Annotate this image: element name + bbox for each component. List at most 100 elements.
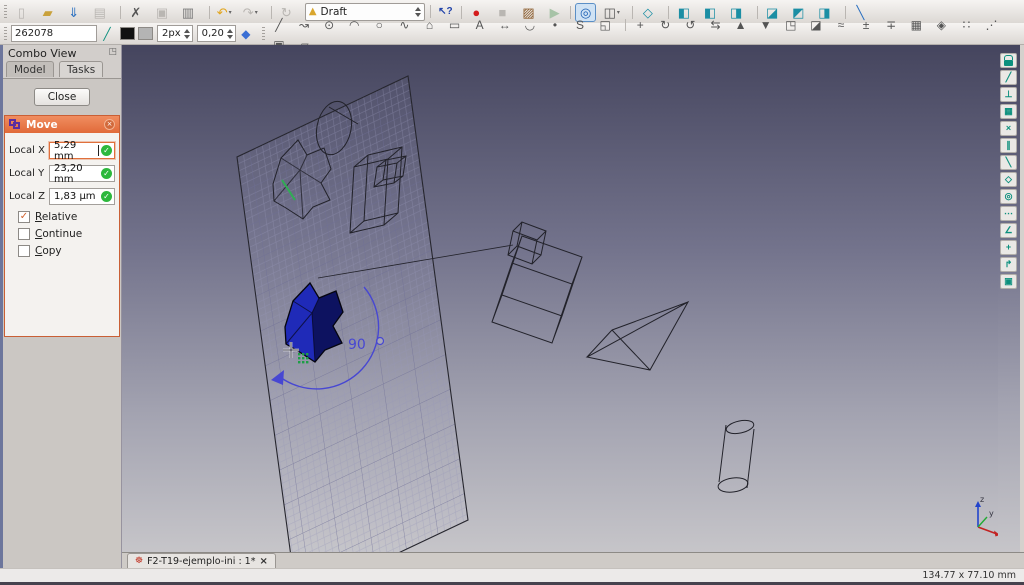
redo-button[interactable]: ↷ (240, 3, 261, 22)
new-document-icon: ▯ (18, 6, 25, 19)
draft-wire-button[interactable]: ↝ (294, 16, 314, 34)
line-width-spinner[interactable]: 2px (157, 25, 193, 42)
draft-to-sketch-button[interactable]: ◈ (931, 16, 951, 34)
tab-item-0[interactable]: Model (6, 61, 54, 77)
draft-text-button[interactable]: A (470, 16, 490, 34)
snap-grid-icon: ▦ (1004, 107, 1013, 116)
draft-shapestring-button[interactable]: S (570, 16, 590, 34)
draft-point-button[interactable]: • (545, 16, 565, 34)
toolbar-grip[interactable] (4, 5, 7, 19)
save-document-button[interactable]: ⇓ (63, 3, 84, 22)
snap-intersection-button[interactable]: × (1000, 121, 1017, 136)
construction-mode-button[interactable]: ╱ (97, 25, 117, 43)
document-tab[interactable]: ☸ F2-T19-ejemplo-ini : 1* × (127, 553, 276, 568)
document-tab-bar: ☸ F2-T19-ejemplo-ini : 1* × (122, 552, 1024, 568)
draft-downgrade-button[interactable]: ▼ (756, 16, 776, 34)
open-document-button[interactable]: ▰ (37, 3, 58, 22)
save-document-icon: ⇓ (68, 6, 79, 19)
snap-center-button[interactable]: ◎ (1000, 189, 1017, 204)
snap-special-button[interactable]: ◇ (1000, 172, 1017, 187)
draft-bspline-button[interactable]: ∿ (394, 16, 414, 34)
task-close-button[interactable]: Close (34, 88, 91, 106)
snap-parallel-button[interactable]: ∥ (1000, 138, 1017, 153)
move-panel-close-icon[interactable]: × (104, 119, 115, 130)
snap-endpoint-button[interactable]: ╱ (1000, 70, 1017, 85)
draft-remove-point-button[interactable]: ∓ (881, 16, 901, 34)
draft-arc-button[interactable]: ◠ (344, 16, 364, 34)
valid-check-icon: ✓ (101, 168, 112, 179)
snap-workingplane-button[interactable]: ▣ (1000, 274, 1017, 289)
draft-arc-icon: ◠ (349, 19, 359, 31)
dock-float-icon[interactable]: ◳ (108, 47, 117, 57)
snap-angle-button[interactable]: ∠ (1000, 223, 1017, 238)
snap-grid-button[interactable]: ▦ (1000, 104, 1017, 119)
field-label: Local Z (9, 191, 49, 202)
draft-polygon-button[interactable]: ⌂ (419, 16, 439, 34)
toolbar-grip[interactable] (262, 27, 265, 41)
font-size-spinner[interactable]: 0,20 (197, 25, 236, 42)
snap-angle-icon: ∠ (1004, 226, 1012, 235)
snap-center-icon: ◎ (1005, 192, 1013, 201)
snap-midpoint-button[interactable]: + (1000, 240, 1017, 255)
snap-extension-button[interactable]: ⋯ (1000, 206, 1017, 221)
move-field-row: Local Z 1,83 µm ✓ (9, 188, 115, 205)
draft-command-input[interactable] (11, 25, 97, 42)
draft-rotate-button[interactable]: ↻ (655, 16, 675, 34)
item-1-checkbox[interactable] (18, 228, 30, 240)
checkbox-row: Copy (18, 245, 115, 257)
autogroup-button[interactable]: ◆ (236, 25, 256, 43)
face-color-swatch[interactable] (138, 27, 153, 40)
snap-workingplane-icon: ▣ (1004, 277, 1013, 286)
item-1[interactable]: 23,20 mm ✓ (49, 165, 115, 182)
item-2[interactable]: 1,83 µm ✓ (49, 188, 115, 205)
document-close-icon[interactable]: × (259, 556, 267, 567)
draft-shape2dview-icon: ▦ (911, 19, 922, 31)
tasks-panel-body: Close Move × Local X 5,29 mm ✓ (3, 79, 121, 568)
line-color-swatch[interactable] (120, 27, 135, 40)
draft-rectangle-button[interactable]: ▭ (445, 16, 465, 34)
draft-array-button[interactable]: ∷ (956, 16, 976, 34)
print-button[interactable]: ▤ (89, 3, 110, 22)
move-field-row: Local X 5,29 mm ✓ (9, 142, 115, 159)
draft-upgrade-button[interactable]: ▲ (731, 16, 751, 34)
draft-add-point-button[interactable]: ± (856, 16, 876, 34)
draft-wire-to-bspline-button[interactable]: ≈ (831, 16, 851, 34)
draft-shapestring-icon: S (576, 19, 584, 31)
toolbar-grip[interactable] (4, 27, 7, 41)
new-document-button[interactable]: ▯ (11, 3, 32, 22)
3d-viewport-canvas[interactable]: 90 x y z (122, 45, 998, 552)
draft-bspline-icon: ∿ (399, 19, 409, 31)
tab-item-1[interactable]: Tasks (59, 61, 103, 77)
grid-snap-marker (298, 353, 308, 363)
arc-handle-dot[interactable] (377, 338, 384, 345)
draft-trim-button[interactable]: ⇆ (706, 16, 726, 34)
draft-offset-button[interactable]: ↺ (680, 16, 700, 34)
undo-button[interactable]: ↶ (214, 3, 235, 22)
item-0[interactable]: 5,29 mm ✓ (49, 142, 115, 159)
draft-edit-button[interactable]: ◪ (806, 16, 826, 34)
print-icon: ▤ (94, 6, 106, 19)
snap-near-button[interactable]: ╲ (1000, 155, 1017, 170)
draft-path-array-button[interactable]: ⋰ (982, 16, 1002, 34)
draft-ellipse-button[interactable]: ○ (369, 16, 389, 34)
draft-move-icon: + (637, 19, 644, 31)
draft-bezier-button[interactable]: ◡ (520, 16, 540, 34)
draft-scale-button[interactable]: ◳ (781, 16, 801, 34)
snap-perpendicular-button[interactable]: ⊥ (1000, 87, 1017, 102)
draft-line-button[interactable]: ╱ (269, 16, 289, 34)
y-axis-label: y (989, 509, 994, 518)
draft-shape2dview-button[interactable]: ▦ (906, 16, 926, 34)
paste-button[interactable]: ▥ (178, 3, 199, 22)
item-2-checkbox[interactable] (18, 245, 30, 257)
item-0-checkbox[interactable] (18, 211, 30, 223)
cut-button[interactable]: ✗ (125, 3, 146, 22)
draft-move-button[interactable]: + (630, 16, 650, 34)
copy-button[interactable]: ▣ (151, 3, 172, 22)
draft-circle-button[interactable]: ⊙ (319, 16, 339, 34)
move-panel-header: Move × (5, 116, 119, 133)
snap-lock-button[interactable] (1000, 53, 1017, 68)
draft-array-icon: ∷ (963, 19, 971, 31)
draft-dimension-button[interactable]: ↔ (495, 16, 515, 34)
snap-ortho-button[interactable]: ↱ (1000, 257, 1017, 272)
draft-facebinder-button[interactable]: ◱ (595, 16, 615, 34)
